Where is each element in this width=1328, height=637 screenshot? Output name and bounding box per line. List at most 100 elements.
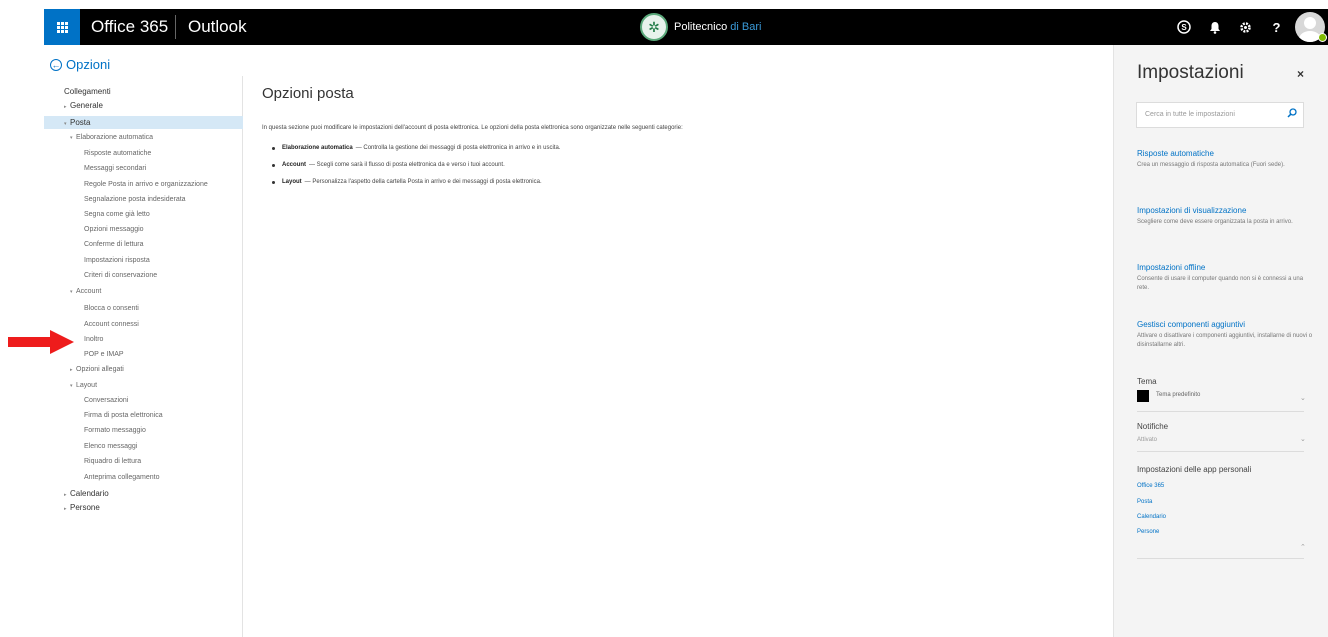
org-name-main: Politecnico	[674, 21, 728, 33]
nav-item-impostazioni-risposta[interactable]: Impostazioni risposta	[44, 256, 243, 266]
nav-item-elaborazione-automatica[interactable]: ▾ Elaborazione automatica	[44, 133, 243, 143]
nav-item-label: Posta	[70, 118, 91, 127]
category-term: Elaborazione automatica	[282, 145, 353, 151]
help-button[interactable]: ?	[1261, 9, 1292, 45]
app-link-calendario[interactable]: Calendario	[1137, 514, 1166, 520]
nav-item-risposte-automatiche[interactable]: Risposte automatiche	[44, 149, 243, 159]
nav-item-label: Firma di posta elettronica	[84, 412, 163, 419]
divider	[1137, 451, 1304, 452]
close-button[interactable]: ×	[1297, 67, 1304, 81]
back-arrow-icon: ←	[50, 58, 62, 71]
bullet-icon	[272, 164, 275, 167]
nav-item-label: Layout	[76, 382, 98, 389]
nav-item-label: Segnalazione posta indesiderata	[84, 196, 186, 203]
app-settings-heading: Impostazioni delle app personali	[1137, 465, 1252, 474]
nav-item-label: Anteprima collegamento	[84, 474, 160, 481]
category-list: Elaborazione automatica — Controlla la ge…	[272, 145, 560, 196]
svg-text:S: S	[1181, 23, 1187, 32]
account-button[interactable]	[1292, 9, 1328, 45]
nav-item-label: Conversazioni	[84, 397, 129, 404]
category-desc: — Controlla la gestione dei messaggi di …	[355, 145, 561, 151]
nav-item-criteri-conservazione[interactable]: Criteri di conservazione	[44, 271, 243, 281]
app-link-persone[interactable]: Persone	[1137, 529, 1159, 535]
nav-item-label: Calendario	[70, 489, 109, 498]
nav-item-elenco-messaggi[interactable]: Elenco messaggi	[44, 442, 243, 452]
nav-item-conferme-lettura[interactable]: Conferme di lettura	[44, 240, 243, 250]
nav-item-persone[interactable]: ▸ Persone	[44, 503, 243, 514]
nav-item-messaggi-secondari[interactable]: Messaggi secondari	[44, 164, 243, 174]
notifications-heading: Notifiche	[1137, 422, 1169, 431]
org-name-suffix: di Bari	[730, 21, 762, 33]
nav-item-collegamenti[interactable]: Collegamenti	[44, 87, 243, 97]
options-back-link[interactable]: ← Opzioni	[50, 57, 110, 72]
settings-panel: Impostazioni × Cerca in tutte le imposta…	[1113, 45, 1328, 637]
options-back-label: Opzioni	[66, 57, 111, 72]
nav-item-label: Opzioni allegati	[76, 366, 124, 373]
nav-item-segna-come-letto[interactable]: Segna come già letto	[44, 210, 243, 220]
setting-link-visualizzazione[interactable]: Impostazioni di visualizzazione Sceglier…	[1137, 205, 1313, 227]
settings-button[interactable]	[1230, 9, 1261, 45]
nav-item-anteprima-collegamento[interactable]: Anteprima collegamento	[44, 473, 243, 483]
nav-item-label: Account connessi	[84, 321, 139, 328]
skype-button[interactable]: S	[1168, 9, 1199, 45]
chevron-down-icon[interactable]: ⌄	[1300, 394, 1306, 402]
app-name[interactable]: Outlook	[188, 9, 247, 45]
list-item: Elaborazione automatica — Controlla la ge…	[272, 145, 560, 162]
nav-item-posta[interactable]: ▾ Posta	[44, 116, 243, 129]
nav-item-riquadro-lettura[interactable]: Riquadro di lettura	[44, 457, 243, 467]
app-link-posta[interactable]: Posta	[1137, 499, 1152, 505]
presence-icon	[1318, 33, 1327, 42]
nav-item-calendario[interactable]: ▸ Calendario	[44, 489, 243, 500]
theme-swatch[interactable]	[1137, 390, 1149, 402]
nav-item-label: Risposte automatiche	[84, 150, 152, 157]
nav-item-label: Elenco messaggi	[84, 443, 138, 450]
nav-item-account-connessi[interactable]: Account connessi	[44, 320, 243, 330]
nav-item-regole[interactable]: Regole Posta in arrivo e organizzazione	[44, 180, 243, 190]
main-content: Opzioni posta In questa sezione puoi mod…	[262, 85, 1102, 185]
notifications-select[interactable]: Attivato	[1137, 437, 1157, 443]
list-item: Account — Scegli come sarà il flusso di p…	[272, 162, 560, 179]
nav-item-label: Messaggi secondari	[84, 165, 147, 172]
nav-item-layout[interactable]: ▾ Layout	[44, 381, 243, 391]
nav-item-label: Segna come già letto	[84, 211, 150, 218]
app-link-office-365[interactable]: Office 365	[1137, 483, 1164, 489]
nav-item-label: Collegamenti	[64, 87, 111, 96]
nav-item-label: Account	[76, 288, 102, 295]
nav-item-label: Regole Posta in arrivo e organizzazione	[84, 181, 208, 188]
setting-link-title: Risposte automatiche	[1137, 149, 1214, 158]
nav-item-posta-indesiderata[interactable]: Segnalazione posta indesiderata	[44, 195, 243, 205]
chevron-down-icon[interactable]: ⌄	[1300, 435, 1306, 443]
nav-item-generale[interactable]: ▸ Generale	[44, 101, 243, 112]
nav-item-label: Persone	[70, 503, 100, 512]
nav-item-opzioni-allegati[interactable]: ▸ Opzioni allegati	[44, 365, 243, 375]
setting-link-risposte-automatiche[interactable]: Risposte automatiche Crea un messaggio d…	[1137, 148, 1313, 170]
theme-select[interactable]: Tema predefinito	[1156, 392, 1200, 398]
nav-item-label: Elaborazione automatica	[76, 134, 154, 141]
office-365-brand[interactable]: Office 365	[91, 9, 168, 45]
chevron-up-icon[interactable]: ⌃	[1300, 543, 1306, 551]
app-launcher-button[interactable]	[44, 9, 80, 45]
close-icon: ×	[1297, 67, 1305, 81]
nav-item-opzioni-messaggio[interactable]: Opzioni messaggio	[44, 225, 243, 235]
nav-item-conversazioni[interactable]: Conversazioni	[44, 396, 243, 406]
nav-item-label: Formato messaggio	[84, 427, 146, 434]
category-term: Account	[282, 162, 306, 168]
nav-item-label: POP e IMAP	[84, 351, 124, 358]
nav-item-firma[interactable]: Firma di posta elettronica	[44, 411, 243, 421]
setting-link-componenti[interactable]: Gestisci componenti aggiuntivi Attivare …	[1137, 319, 1313, 350]
nav-item-account[interactable]: ▾ Account	[44, 287, 243, 297]
category-term: Layout	[282, 179, 302, 185]
setting-link-title: Impostazioni di visualizzazione	[1137, 206, 1247, 215]
settings-search-input[interactable]: Cerca in tutte le impostazioni	[1136, 102, 1304, 128]
notifications-button[interactable]	[1199, 9, 1230, 45]
nav-item-blocca-consenti[interactable]: Blocca o consenti	[44, 304, 243, 314]
waffle-icon	[56, 21, 68, 33]
nav-item-label: Conferme di lettura	[84, 241, 144, 248]
search-icon[interactable]	[1287, 108, 1297, 118]
category-desc: — Scegli come sarà il flusso di posta el…	[309, 162, 505, 168]
nav-item-label: Blocca o consenti	[84, 305, 139, 312]
nav-item-formato-messaggio[interactable]: Formato messaggio	[44, 426, 243, 436]
category-desc: — Personalizza l'aspetto della cartella …	[304, 179, 542, 185]
setting-link-offline[interactable]: Impostazioni offline Consente di usare i…	[1137, 262, 1313, 293]
top-bar: Office 365 Outlook ✲ Politecnico di Bari…	[44, 9, 1328, 45]
